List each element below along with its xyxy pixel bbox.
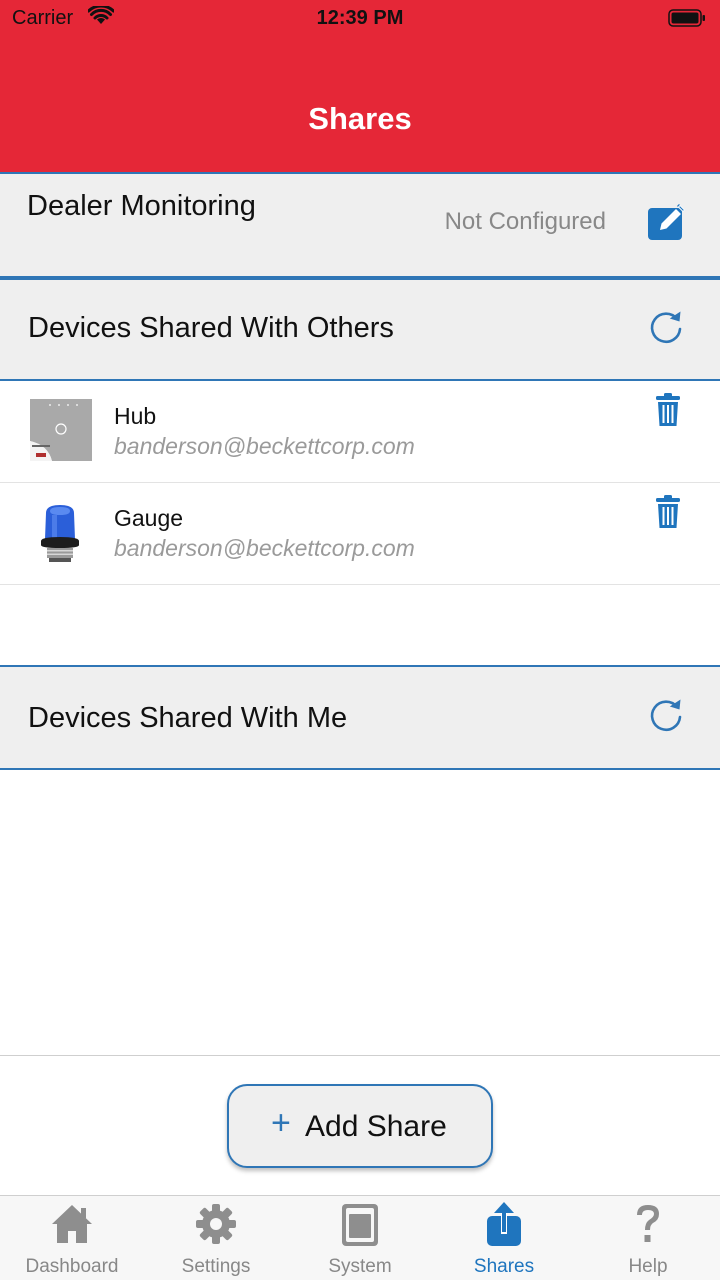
add-share-area: + Add Share (0, 1055, 720, 1195)
shared-with-me-header: Devices Shared With Me (0, 665, 720, 770)
dealer-monitoring-section: Dealer Monitoring Not Configured (0, 172, 720, 278)
shared-with-others-title: Devices Shared With Others (28, 312, 394, 344)
device-email: banderson@beckettcorp.com (114, 433, 415, 459)
plus-icon: + (271, 1104, 291, 1142)
tab-label: Shares (473, 1256, 535, 1277)
tab-dashboard[interactable]: Dashboard (0, 1196, 144, 1280)
refresh-icon[interactable] (646, 696, 686, 736)
battery-icon (668, 9, 705, 27)
tab-help[interactable]: Help (576, 1196, 720, 1280)
tab-label: Settings (181, 1256, 251, 1277)
page-title: Shares (308, 101, 412, 136)
status-time: 12:39 PM (316, 7, 404, 29)
tab-settings[interactable]: Settings (144, 1196, 288, 1280)
gear-icon (196, 1204, 236, 1244)
dealer-monitoring-label: Dealer Monitoring (27, 190, 256, 222)
tab-label: Help (628, 1256, 668, 1277)
shared-with-me-title: Devices Shared With Me (28, 702, 348, 734)
device-name: Gauge (114, 505, 184, 531)
tab-bar: Dashboard Settings System Shares Help (0, 1195, 720, 1280)
shared-device-row[interactable]: Hub banderson@beckettcorp.com (0, 381, 720, 483)
shared-with-others-header: Devices Shared With Others (0, 278, 720, 381)
hub-device-image (28, 397, 94, 463)
device-name: Hub (114, 403, 157, 429)
home-icon (52, 1205, 92, 1243)
dealer-status: Not Configured (444, 208, 606, 235)
gauge-device-image (28, 499, 94, 565)
tab-shares[interactable]: Shares (432, 1196, 576, 1280)
status-bar: Carrier 12:39 PM (0, 0, 720, 40)
tab-label: Dashboard (25, 1256, 119, 1277)
tab-system[interactable]: System (288, 1196, 432, 1280)
shared-device-row[interactable]: Gauge banderson@beckettcorp.com (0, 483, 720, 585)
share-icon (487, 1202, 521, 1246)
device-email: banderson@beckettcorp.com (114, 535, 415, 561)
refresh-icon[interactable] (646, 308, 686, 348)
help-icon (637, 1205, 659, 1242)
app-header: Carrier 12:39 PM Shares (0, 0, 720, 172)
add-share-button[interactable]: + Add Share (227, 1084, 493, 1168)
tab-label: System (328, 1256, 392, 1277)
trash-icon[interactable] (655, 393, 681, 427)
trash-icon[interactable] (655, 495, 681, 529)
add-share-label: Add Share (305, 1110, 447, 1143)
system-icon (342, 1204, 378, 1246)
edit-icon[interactable] (646, 202, 688, 242)
